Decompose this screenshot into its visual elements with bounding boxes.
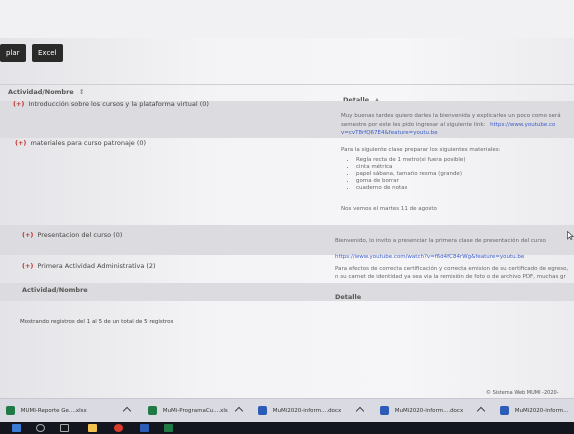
excel-icon bbox=[6, 406, 15, 415]
expand-icon[interactable]: (+) bbox=[15, 139, 26, 147]
mouse-cursor-icon bbox=[567, 231, 574, 240]
excel-icon[interactable] bbox=[164, 424, 173, 432]
activity-name: Presentacion del curso (0) bbox=[37, 231, 123, 239]
search-icon[interactable] bbox=[36, 424, 45, 432]
download-item[interactable]: MuMi2020-inform....docx bbox=[380, 405, 463, 417]
word-icon bbox=[500, 406, 509, 415]
detail-text-part: semestre por este les pido ingresar al s… bbox=[341, 122, 486, 128]
detail-link[interactable]: https://www.youtube.com/watch?v=f6d4fC84… bbox=[335, 254, 524, 260]
chevron-up-icon[interactable] bbox=[355, 406, 365, 416]
download-item[interactable]: MUMI-Reporte Ge....xlsx bbox=[6, 405, 87, 417]
copyright-text: © Sistema Web MUMI -2020- bbox=[486, 390, 559, 396]
list-item: papel sábana, tamaño resma (grande) bbox=[356, 171, 465, 178]
detail-text: Nos vemos el martes 11 de agosto bbox=[341, 206, 437, 212]
list-item: cuaderno de notas bbox=[356, 185, 465, 192]
records-info: Mostrando registros del 1 al 5 de un tot… bbox=[20, 319, 174, 325]
header-top-line bbox=[0, 84, 574, 85]
windows-start-icon[interactable] bbox=[12, 424, 21, 432]
task-view-icon[interactable] bbox=[60, 424, 69, 432]
download-item-label: MUMI-Reporte Ge....xlsx bbox=[20, 408, 87, 414]
detail-text: n su carnet de identidad ya sea via la r… bbox=[335, 274, 566, 280]
materials-list: Regla recta de 1 metro(si fuera posible)… bbox=[346, 157, 465, 192]
footer-column-detail: Detalle bbox=[335, 293, 362, 301]
footer-column-activity: Actividad/Nombre bbox=[22, 286, 88, 294]
detail-text: Para efectos de correcta certificación y… bbox=[335, 266, 569, 272]
column-header-activity[interactable]: Actividad/Nombre ↕ bbox=[8, 88, 84, 96]
top-band bbox=[0, 0, 574, 38]
download-item-label: MuMi2020-inform... bbox=[514, 408, 569, 414]
word-icon[interactable] bbox=[140, 424, 149, 432]
list-item: Regla recta de 1 metro(si fuera posible) bbox=[356, 157, 465, 164]
detail-link[interactable]: https://www.youtube.co bbox=[490, 122, 555, 128]
detail-text: Para la siguiente clase preparar los sig… bbox=[341, 147, 501, 153]
download-item-label: MuMi-ProgramaCu....xls bbox=[162, 408, 228, 414]
list-item: goma de borrar bbox=[356, 178, 465, 185]
chevron-up-icon[interactable] bbox=[476, 406, 486, 416]
word-icon bbox=[258, 406, 267, 415]
expand-icon[interactable]: (+) bbox=[13, 100, 24, 108]
downloads-bar: MUMI-Reporte Ge....xlsx MuMi-ProgramaCu.… bbox=[0, 398, 574, 423]
detail-text: semestre por este les pido ingresar al s… bbox=[341, 122, 555, 128]
windows-taskbar bbox=[0, 422, 574, 434]
excel-icon bbox=[148, 406, 157, 415]
detail-text: Bienvenido, lo invito a presenciar la pr… bbox=[335, 238, 546, 244]
activity-name: materiales para curso patronaje (0) bbox=[30, 139, 147, 147]
activity-name: Primera Actividad Administrativa (2) bbox=[37, 262, 156, 270]
detail-link[interactable]: v=cvT8rfQ67E4&feature=youtu.be bbox=[341, 130, 438, 136]
download-item[interactable]: MuMi2020-inform....docx bbox=[258, 405, 341, 417]
folder-icon[interactable] bbox=[88, 424, 97, 432]
expand-icon[interactable]: (+) bbox=[22, 231, 33, 239]
chevron-up-icon[interactable] bbox=[234, 406, 244, 416]
download-item-label: MuMi2020-inform....docx bbox=[272, 408, 342, 414]
chrome-icon[interactable] bbox=[114, 424, 123, 432]
download-item-label: MuMi2020-inform....docx bbox=[394, 408, 464, 414]
sort-icon: ↕ bbox=[78, 88, 85, 96]
expand-icon[interactable]: (+) bbox=[22, 262, 33, 270]
chevron-up-icon[interactable] bbox=[122, 406, 132, 416]
column-header-activity-label: Actividad/Nombre bbox=[8, 88, 74, 96]
excel-button[interactable]: Excel bbox=[32, 44, 63, 62]
list-item: cinta métrica bbox=[356, 164, 465, 171]
word-icon bbox=[380, 406, 389, 415]
browser-screen: plar Excel Actividad/Nombre ↕ Detalle ▲ … bbox=[0, 0, 574, 434]
detail-text: Muy buenas tardes quiero darles la bienv… bbox=[341, 113, 561, 119]
activity-name: Introducción sobre los cursos y la plata… bbox=[28, 100, 209, 108]
table-row-activity[interactable]: (+) materiales para curso patronaje (0) bbox=[15, 139, 146, 147]
table-row-activity[interactable]: (+) Introducción sobre los cursos y la p… bbox=[13, 100, 209, 108]
table-row-activity[interactable]: (+) Presentacion del curso (0) bbox=[22, 231, 122, 239]
download-item[interactable]: MuMi2020-inform... bbox=[500, 405, 568, 417]
download-item[interactable]: MuMi-ProgramaCu....xls bbox=[148, 405, 228, 417]
export-partial-button[interactable]: plar bbox=[0, 44, 26, 62]
table-row-activity[interactable]: (+) Primera Actividad Administrativa (2) bbox=[22, 262, 156, 270]
